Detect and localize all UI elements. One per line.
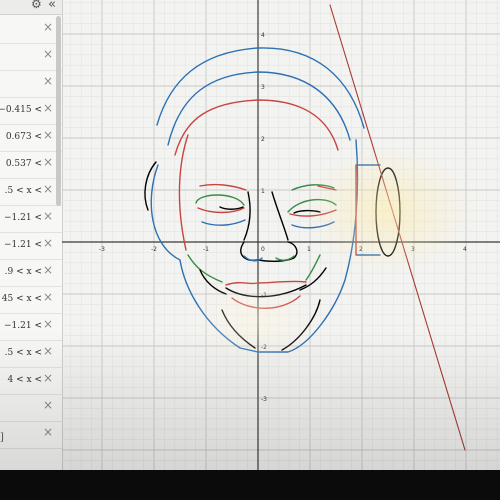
x-tick-label: 3: [411, 246, 415, 253]
left-eye-shadow: [201, 219, 246, 226]
right-eye-inner: [293, 209, 321, 214]
delete-expression-icon[interactable]: ×: [43, 317, 53, 331]
delete-expression-icon[interactable]: ×: [43, 74, 53, 88]
y-tick-label: -3: [261, 396, 267, 403]
expression-row[interactable]: −1.21 < ×: [0, 313, 62, 341]
expression-text[interactable]: −1.21 <: [4, 240, 42, 250]
x-tick-label: -1: [203, 246, 209, 253]
expression-row[interactable]: −1.21 < ×: [0, 205, 62, 233]
grid: [62, 0, 500, 470]
upper-lip: [225, 280, 307, 286]
delete-expression-icon[interactable]: ×: [43, 209, 53, 223]
expression-text[interactable]: .5 < x <: [5, 186, 42, 196]
delete-expression-icon[interactable]: ×: [43, 236, 53, 250]
delete-expression-icon[interactable]: ×: [43, 371, 53, 385]
expression-row[interactable]: ×: [0, 16, 62, 44]
delete-expression-icon[interactable]: ×: [43, 155, 53, 169]
nose-bottom: [240, 241, 298, 263]
origin-label: 0: [261, 246, 265, 253]
expression-text[interactable]: −0.415 <: [0, 105, 42, 115]
x-tick-label: -2: [151, 246, 157, 253]
expression-text[interactable]: .9 < x <: [5, 267, 42, 277]
expression-text[interactable]: 0.537 <: [6, 159, 42, 169]
y-tick-label: -1: [261, 292, 267, 299]
expression-row[interactable]: 0.673 < ×: [0, 124, 62, 152]
nose-bridge-right: [271, 191, 289, 241]
screen: ⚙ « × × × −0.415 < × 0.673 < × 0.537 < × .5 < x <…: [0, 0, 500, 470]
left-cheek-curve: [178, 134, 189, 251]
delete-expression-icon[interactable]: ×: [43, 290, 53, 304]
nostril-left: [243, 255, 263, 262]
right-eyebrow: [291, 184, 335, 191]
delete-expression-icon[interactable]: ×: [43, 101, 53, 115]
expression-row[interactable]: ×: [0, 70, 62, 98]
delete-expression-icon[interactable]: ×: [43, 20, 53, 34]
x-tick-label: 2: [359, 246, 363, 253]
expression-text[interactable]: −1.21 <: [4, 213, 42, 223]
y-tick-label: 1: [261, 188, 265, 195]
expression-row[interactable]: .9 < x < ×: [0, 259, 62, 287]
x-tick-label: -3: [99, 246, 105, 253]
expression-list-bracket: ]: [0, 432, 4, 443]
expression-row[interactable]: ×: [0, 43, 62, 71]
expression-row[interactable]: −0.415 < ×: [0, 97, 62, 125]
expression-row[interactable]: .5 < x < ×: [0, 178, 62, 206]
left-eyebrow: [199, 183, 247, 191]
expression-row[interactable]: ×: [0, 394, 62, 422]
left-face-edge: [150, 164, 259, 353]
scrollbar[interactable]: [56, 16, 61, 206]
expression-row[interactable]: −1.21 < ×: [0, 232, 62, 260]
nose-bridge-left: [243, 191, 251, 241]
headphone-cup: [375, 167, 401, 257]
y-tick-label: 2: [261, 136, 265, 143]
y-tick-label: -2: [261, 344, 267, 351]
expression-list-header: ⚙ «: [0, 0, 62, 15]
expression-text[interactable]: .5 < x <: [5, 348, 42, 358]
right-cheek-fold: [305, 254, 321, 281]
graph-canvas[interactable]: -3 -2 -1 1 2 3 4 4 3 2 1 -1 -2 -3 0: [62, 0, 500, 470]
expression-row[interactable]: 4 < x < ×: [0, 367, 62, 395]
delete-expression-icon[interactable]: ×: [43, 425, 53, 439]
double-chevron-left-icon[interactable]: «: [48, 0, 56, 12]
expression-list: ⚙ « × × × −0.415 < × 0.673 < × 0.537 < × .5 < x <…: [0, 0, 63, 470]
left-eye-inner: [219, 206, 244, 210]
y-tick-label: 3: [261, 84, 265, 91]
delete-expression-icon[interactable]: ×: [43, 47, 53, 61]
delete-expression-icon[interactable]: ×: [43, 398, 53, 412]
expression-row[interactable]: 0.537 < ×: [0, 151, 62, 179]
expression-text[interactable]: 45 < x <: [2, 294, 42, 304]
expression-text[interactable]: −1.21 <: [4, 321, 42, 331]
y-tick-label: 4: [261, 32, 265, 39]
x-tick-label: 1: [307, 246, 311, 253]
x-tick-label: 4: [463, 246, 467, 253]
expression-row[interactable]: 45 < x < ×: [0, 286, 62, 314]
expression-row[interactable]: .5 < x < ×: [0, 340, 62, 368]
expression-text[interactable]: 4 < x <: [8, 375, 42, 385]
diagonal-line: [329, 4, 466, 451]
delete-expression-icon[interactable]: ×: [43, 344, 53, 358]
delete-expression-icon[interactable]: ×: [43, 182, 53, 196]
face-drawing: [144, 4, 466, 451]
expression-text[interactable]: 0.673 <: [6, 132, 42, 142]
gear-icon[interactable]: ⚙: [31, 0, 42, 11]
delete-expression-icon[interactable]: ×: [43, 263, 53, 277]
left-eye-upper: [195, 194, 245, 206]
delete-expression-icon[interactable]: ×: [43, 128, 53, 142]
right-eye-shadow: [291, 221, 335, 229]
expression-row[interactable]: ×: [0, 421, 62, 449]
